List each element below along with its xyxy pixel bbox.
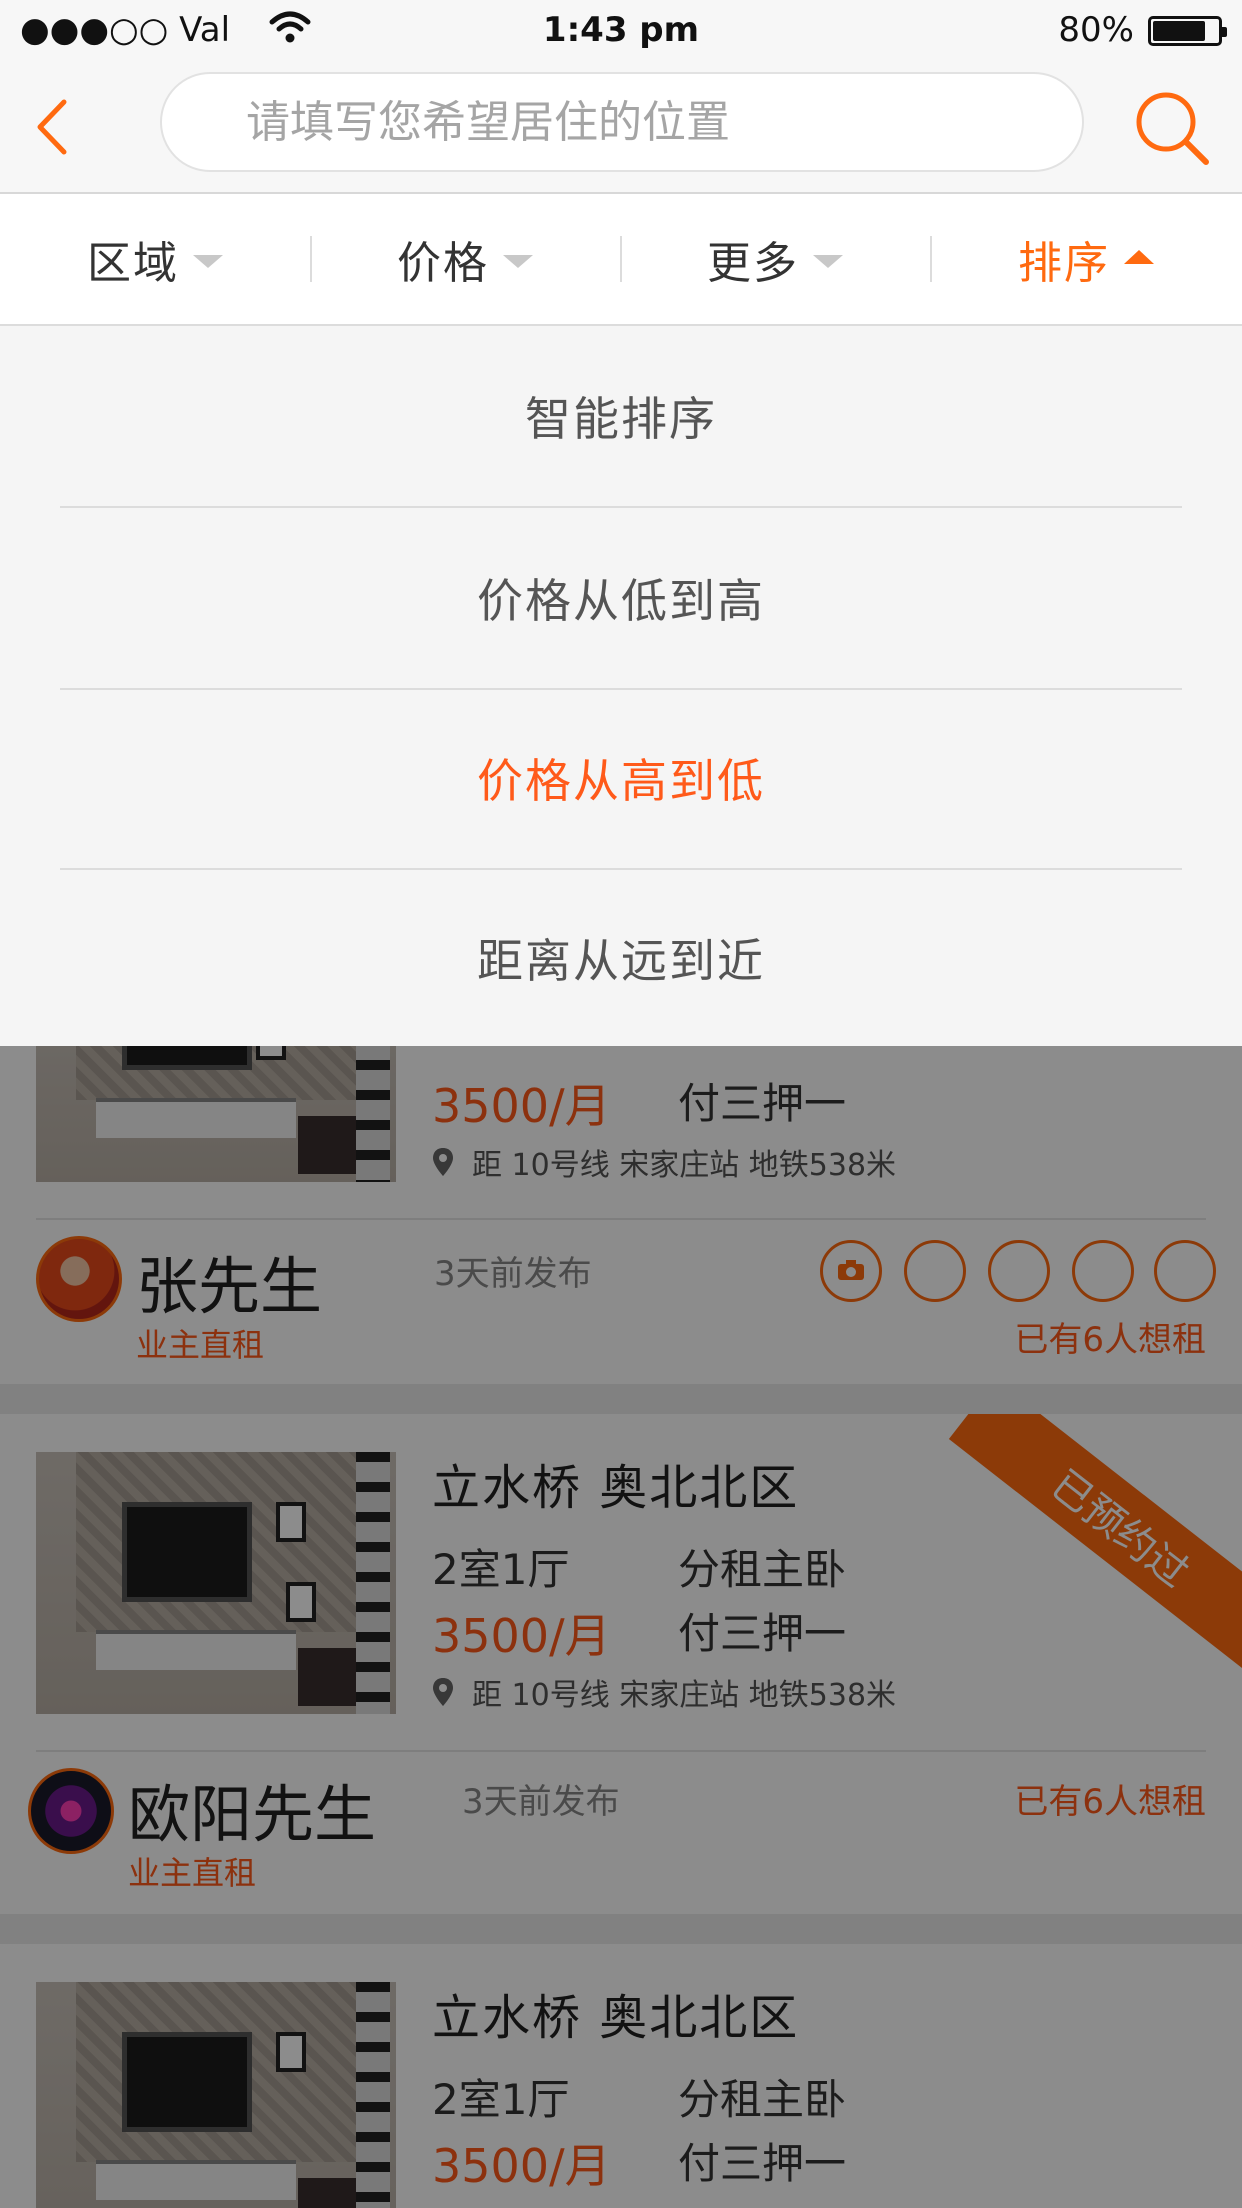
battery-percent: 80% [1058,10,1134,50]
filter-area[interactable]: 区域 [0,194,310,324]
nav-bar [0,64,1242,194]
search-input[interactable] [246,74,1046,170]
sort-option-smart[interactable]: 智能排序 [60,326,1182,506]
battery-icon [1148,16,1227,46]
status-bar: ●●●○○ Val 1:43 pm 80% [0,0,1242,64]
dim-overlay[interactable] [0,1046,1242,2208]
filter-price[interactable]: 价格 [310,194,620,324]
chevron-down-icon [503,254,533,268]
chevron-down-icon [193,254,223,268]
sort-option-distance[interactable]: 距离从远到近 [60,868,1182,1048]
chevron-up-icon [1124,250,1154,264]
sort-option-price-asc[interactable]: 价格从低到高 [60,508,1182,688]
sort-dropdown: 智能排序 价格从低到高 价格从高到低 距离从远到近 [0,326,1242,1046]
sort-option-price-desc[interactable]: 价格从高到低 [60,688,1182,868]
filter-more[interactable]: 更多 [620,194,930,324]
clock: 1:43 pm [542,10,700,50]
filter-sort[interactable]: 排序 [930,194,1242,324]
search-box[interactable] [160,72,1084,172]
chevron-down-icon [813,254,843,268]
chevron-left-icon[interactable] [26,94,86,160]
search-icon[interactable] [1132,88,1212,168]
filter-bar: 区域 价格 更多 排序 [0,194,1242,326]
